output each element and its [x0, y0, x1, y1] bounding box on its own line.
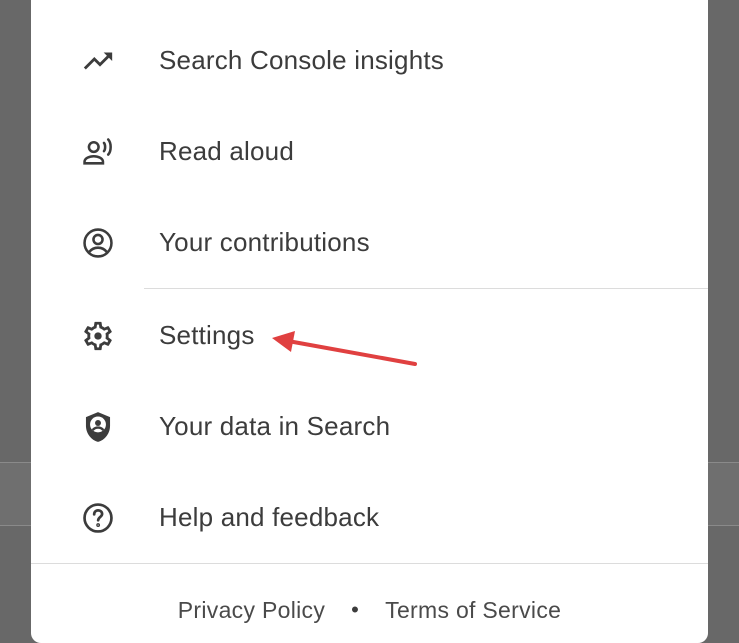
account-menu-sheet: Search Console insights Read aloud Your … [31, 0, 708, 643]
footer: Privacy Policy • Terms of Service [31, 590, 708, 630]
terms-of-service-link[interactable]: Terms of Service [385, 597, 561, 624]
menu-item-label: Your contributions [159, 227, 370, 257]
menu-item-read-aloud[interactable]: Read aloud [31, 106, 708, 197]
menu-item-help-and-feedback[interactable]: Help and feedback [31, 472, 708, 563]
menu-item-label: Read aloud [159, 136, 294, 166]
menu-divider [144, 288, 708, 289]
account-circle-icon [81, 226, 115, 260]
menu-item-label: Settings [159, 320, 255, 350]
shield-person-icon [81, 410, 115, 444]
footer-divider [31, 563, 708, 564]
menu-item-label: Your data in Search [159, 411, 391, 441]
menu-item-settings[interactable]: Settings [31, 290, 708, 381]
menu-item-label: Search Console insights [159, 45, 444, 75]
gear-icon [81, 319, 115, 353]
menu-item-label: Help and feedback [159, 502, 380, 532]
menu-item-your-contributions[interactable]: Your contributions [31, 197, 708, 288]
footer-separator: • [351, 597, 360, 622]
help-circle-icon [81, 501, 115, 535]
record-voice-icon [81, 135, 115, 169]
screen: Search Console insights Read aloud Your … [0, 0, 739, 643]
privacy-policy-link[interactable]: Privacy Policy [178, 597, 325, 624]
trending-up-icon [81, 44, 115, 78]
menu-item-your-data-in-search[interactable]: Your data in Search [31, 381, 708, 472]
menu-item-search-console-insights[interactable]: Search Console insights [31, 15, 708, 106]
